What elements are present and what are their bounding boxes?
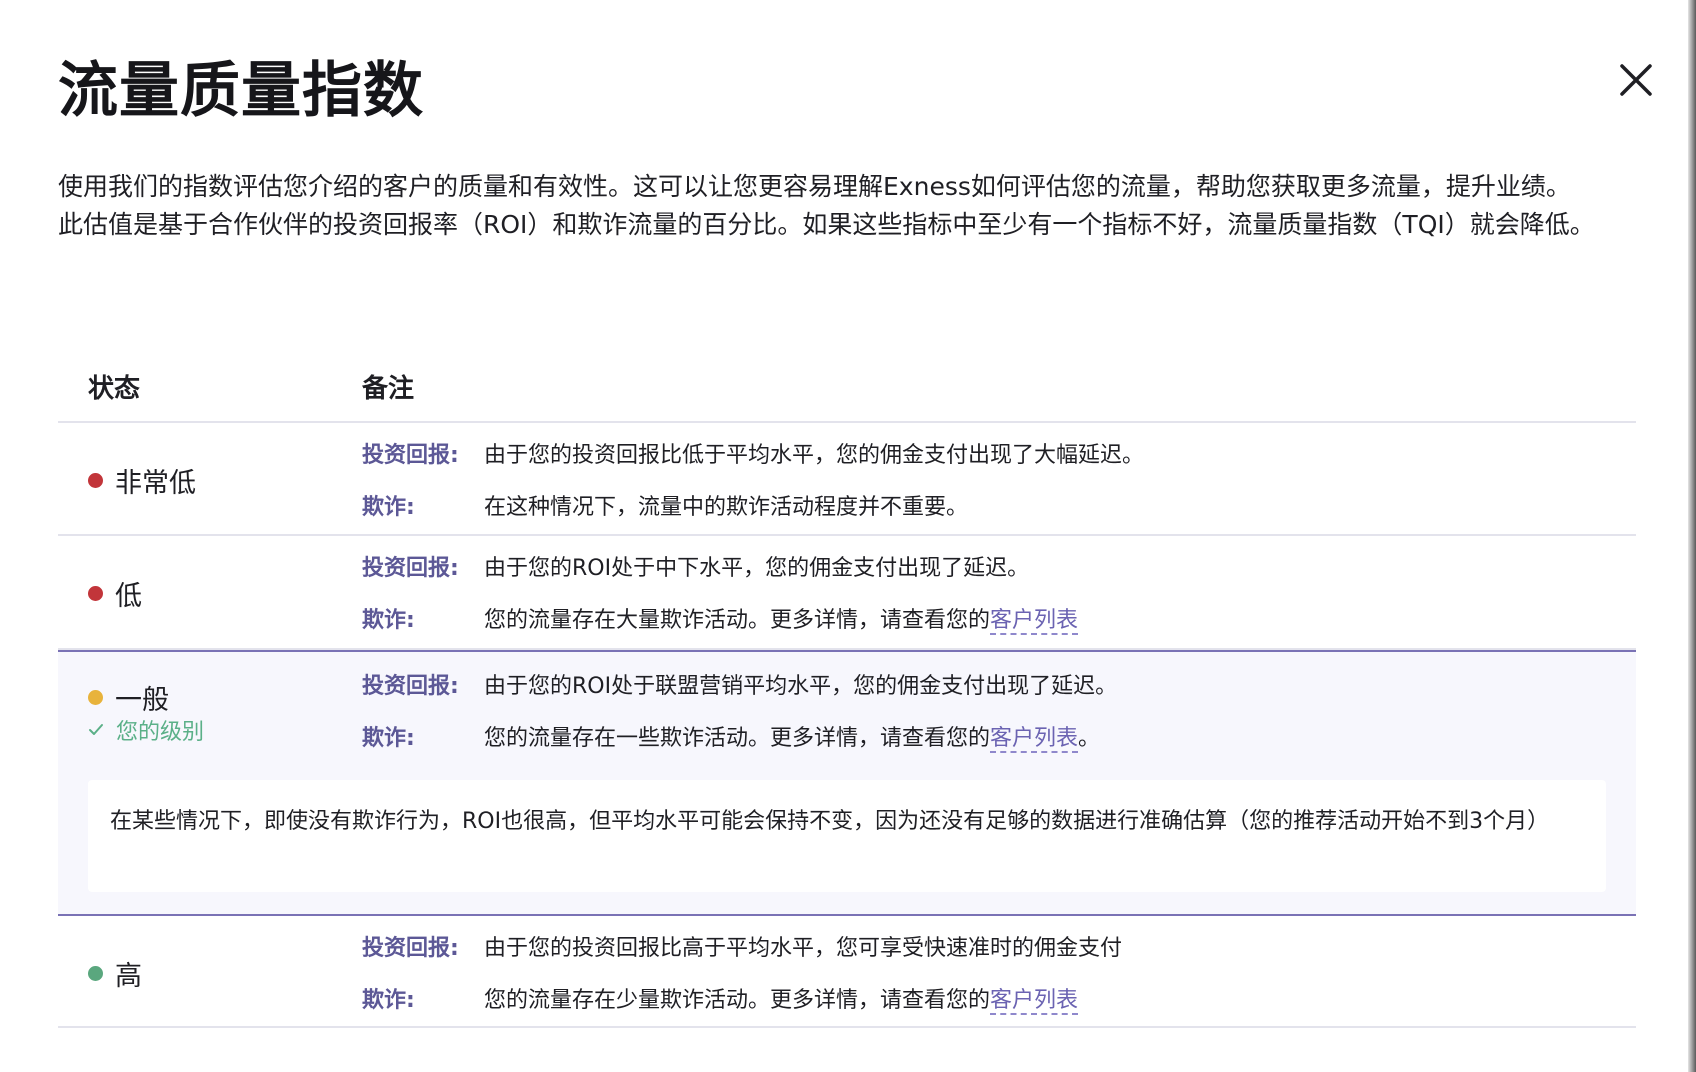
backdrop-edge [1688, 0, 1696, 1072]
fraud-text: 您的流量存在少量欺诈活动。更多详情，请查看您的 [484, 988, 991, 1013]
fraud-note: 欺诈: 您的流量存在少量欺诈活动。更多详情，请查看您的客户列表 [362, 982, 1079, 1015]
intro-text: 使用我们的指数评估您介绍的客户的质量和有效性。这可以让您更容易理解Exness如… [58, 168, 1638, 244]
status-cell: 非常低 [88, 461, 196, 500]
roi-text: 由于您的ROI处于中下水平，您的佣金支付出现了延迟。 [484, 556, 1030, 581]
roi-text: 由于您的投资回报比高于平均水平，您可享受快速准时的佣金支付 [484, 936, 1123, 961]
client-list-link[interactable]: 客户列表 [990, 608, 1079, 635]
fraud-note: 欺诈: 在这种情况下，流量中的欺诈活动程度并不重要。 [362, 489, 968, 521]
roi-key: 投资回报: [362, 556, 459, 581]
table-row: 低 投资回报: 由于您的ROI处于中下水平，您的佣金支付出现了延迟。 欺诈: 您… [58, 536, 1636, 650]
info-note: 在某些情况下，即使没有欺诈行为，ROI也很高，但平均水平可能会保持不变，因为还没… [88, 780, 1606, 892]
tqi-dialog: 流量质量指数 使用我们的指数评估您介绍的客户的质量和有效性。这可以让您更容易理解… [0, 0, 1696, 1072]
fraud-text: 您的流量存在大量欺诈活动。更多详情，请查看您的 [484, 608, 991, 633]
roi-key: 投资回报: [362, 936, 459, 961]
dialog-title: 流量质量指数 [58, 56, 424, 126]
roi-note: 投资回报: 由于您的ROI处于联盟营销平均水平，您的佣金支付出现了延迟。 [362, 668, 1117, 700]
status-dot [88, 473, 103, 488]
roi-note: 投资回报: 由于您的投资回报比低于平均水平，您的佣金支付出现了大幅延迟。 [362, 437, 1144, 469]
fraud-note: 欺诈: 您的流量存在大量欺诈活动。更多详情，请查看您的客户列表 [362, 602, 1079, 635]
table-header: 状态 备注 [58, 360, 1636, 423]
close-icon [1620, 64, 1652, 96]
status-cell: 高 [88, 954, 142, 993]
status-label: 高 [115, 961, 142, 992]
table-row: 非常低 投资回报: 由于您的投资回报比低于平均水平，您的佣金支付出现了大幅延迟。… [58, 423, 1636, 536]
client-list-link[interactable]: 客户列表 [990, 988, 1079, 1015]
fraud-text: 在这种情况下，流量中的欺诈活动程度并不重要。 [484, 495, 969, 520]
fraud-key: 欺诈: [362, 608, 415, 633]
fraud-text-wrap: 您的流量存在大量欺诈活动。更多详情，请查看您的客户列表 [484, 602, 1079, 635]
current-level-label: 您的级别 [116, 720, 205, 745]
fraud-suffix: 。 [1078, 726, 1101, 751]
status-dot [88, 586, 103, 601]
status-label: 非常低 [115, 468, 196, 499]
roi-note: 投资回报: 由于您的投资回报比高于平均水平，您可享受快速准时的佣金支付 [362, 930, 1122, 962]
fraud-text-wrap: 您的流量存在一些欺诈活动。更多详情，请查看您的客户列表。 [484, 720, 1101, 753]
status-cell: 一般 [88, 678, 169, 717]
status-cell: 低 [88, 574, 142, 613]
roi-note: 投资回报: 由于您的ROI处于中下水平，您的佣金支付出现了延迟。 [362, 550, 1029, 582]
status-dot [88, 966, 103, 981]
tqi-table: 状态 备注 非常低 投资回报: 由于您的投资回报比低于平均水平，您的佣金支付出现… [58, 360, 1636, 1028]
check-icon [89, 724, 103, 735]
status-label: 一般 [115, 685, 169, 716]
current-level-tag: 您的级别 [88, 714, 204, 746]
intro-paragraph: 使用我们的指数评估您介绍的客户的质量和有效性。这可以让您更容易理解Exness如… [58, 172, 1571, 201]
fraud-note: 欺诈: 您的流量存在一些欺诈活动。更多详情，请查看您的客户列表。 [362, 720, 1101, 753]
fraud-text-wrap: 您的流量存在少量欺诈活动。更多详情，请查看您的客户列表 [484, 982, 1079, 1015]
roi-key: 投资回报: [362, 443, 459, 468]
status-label: 低 [115, 581, 142, 612]
fraud-key: 欺诈: [362, 726, 415, 751]
header-notes: 备注 [362, 374, 415, 404]
close-button[interactable] [1614, 58, 1658, 102]
fraud-text: 您的流量存在一些欺诈活动。更多详情，请查看您的 [484, 726, 991, 751]
roi-text: 由于您的ROI处于联盟营销平均水平，您的佣金支付出现了延迟。 [484, 674, 1118, 699]
status-dot [88, 690, 103, 705]
header-status: 状态 [88, 374, 141, 404]
client-list-link[interactable]: 客户列表 [990, 726, 1079, 753]
intro-paragraph: 此估值是基于合作伙伴的投资回报率（ROI）和欺诈流量的百分比。如果这些指标中至少… [58, 210, 1595, 239]
roi-text: 由于您的投资回报比低于平均水平，您的佣金支付出现了大幅延迟。 [484, 443, 1145, 468]
fraud-key: 欺诈: [362, 988, 415, 1013]
roi-key: 投资回报: [362, 674, 459, 699]
table-row-current: 一般 您的级别 投资回报: 由于您的ROI处于联盟营销平均水平，您的佣金支付出现… [58, 650, 1636, 916]
fraud-key: 欺诈: [362, 495, 415, 520]
table-row: 高 投资回报: 由于您的投资回报比高于平均水平，您可享受快速准时的佣金支付 欺诈… [58, 916, 1636, 1028]
